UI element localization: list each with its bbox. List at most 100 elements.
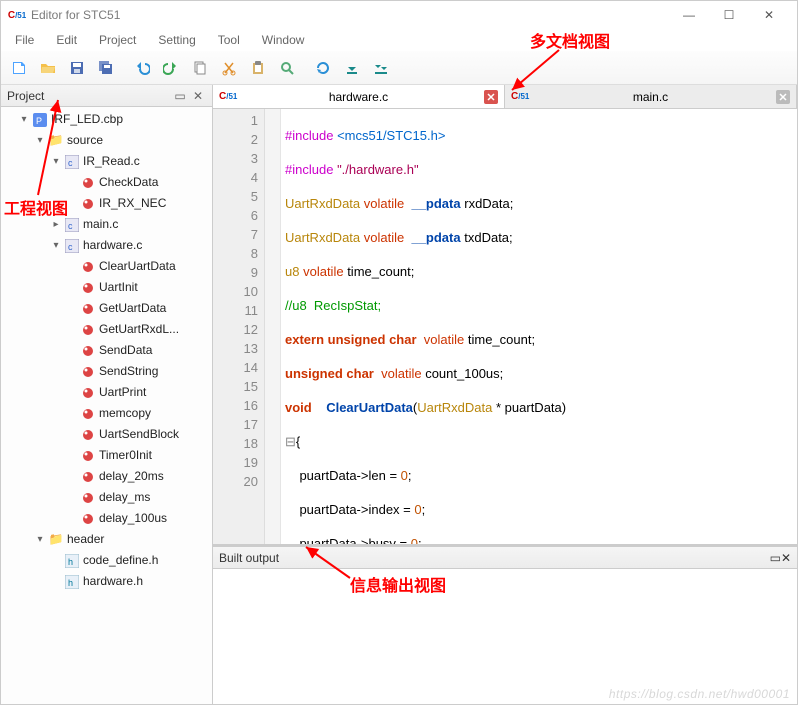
- panel-float-icon[interactable]: ▭: [770, 551, 781, 565]
- tree-root[interactable]: ▾ P IRF_LED.cbp: [17, 109, 212, 130]
- svg-text:c: c: [68, 158, 73, 168]
- tab-label: main.c: [633, 90, 668, 104]
- tree-file-main[interactable]: ▸cmain.c: [49, 214, 212, 235]
- tree-func[interactable]: memcopy: [65, 403, 212, 424]
- tree-file-ir-read[interactable]: ▾cIR_Read.c: [49, 151, 212, 172]
- panel-close-icon[interactable]: ✕: [781, 551, 791, 565]
- download-icon[interactable]: [338, 54, 366, 82]
- cfile-icon: C/51: [511, 91, 529, 102]
- code-editor[interactable]: 1234567891011121314151617181920 #include…: [213, 109, 797, 544]
- tab-main-c[interactable]: C/51 main.c: [505, 85, 797, 108]
- find-icon[interactable]: [273, 54, 301, 82]
- folder-icon: 📁: [49, 533, 63, 547]
- toolbar: [1, 51, 797, 85]
- tree-file-hardware[interactable]: ▾chardware.c: [49, 235, 212, 256]
- func-icon: [81, 323, 95, 337]
- tree-func[interactable]: delay_20ms: [65, 466, 212, 487]
- func-icon: [81, 407, 95, 421]
- tree-func[interactable]: ClearUartData: [65, 256, 212, 277]
- save-icon[interactable]: [63, 54, 91, 82]
- func-icon: [81, 386, 95, 400]
- func-icon: [81, 449, 95, 463]
- func-icon: [81, 365, 95, 379]
- tree-func[interactable]: delay_100us: [65, 508, 212, 529]
- menu-window[interactable]: Window: [252, 31, 315, 49]
- tree-func[interactable]: GetUartRxdL...: [65, 319, 212, 340]
- save-all-icon[interactable]: [92, 54, 120, 82]
- window-title: Editor for STC51: [31, 8, 669, 22]
- cfile-icon: c: [65, 218, 79, 232]
- tree-folder-header[interactable]: ▾📁header: [33, 529, 212, 550]
- func-icon: [81, 344, 95, 358]
- menu-project[interactable]: Project: [89, 31, 146, 49]
- func-icon: [81, 470, 95, 484]
- tree-file-hardware-h[interactable]: hhardware.h: [49, 571, 212, 592]
- new-file-icon[interactable]: [5, 54, 33, 82]
- app-icon: C/51: [9, 7, 25, 23]
- editor-tabs: C/51 hardware.c C/51 main.c: [213, 85, 797, 109]
- tab-close-icon[interactable]: [776, 90, 790, 104]
- tree-func[interactable]: SendData: [65, 340, 212, 361]
- folder-icon: 📁: [49, 134, 63, 148]
- tab-hardware-c[interactable]: C/51 hardware.c: [213, 85, 505, 108]
- svg-text:c: c: [68, 242, 73, 252]
- minimize-button[interactable]: —: [669, 1, 709, 29]
- func-icon: [81, 260, 95, 274]
- output-panel: Built output ▭ ✕: [213, 544, 797, 704]
- titlebar: C/51 Editor for STC51 — ☐ ✕: [1, 1, 797, 29]
- menubar: File Edit Project Setting Tool Window: [1, 29, 797, 51]
- tree-func[interactable]: UartSendBlock: [65, 424, 212, 445]
- refresh-icon[interactable]: [309, 54, 337, 82]
- tree-func[interactable]: UartPrint: [65, 382, 212, 403]
- tree-func[interactable]: GetUartData: [65, 298, 212, 319]
- func-icon: [81, 302, 95, 316]
- panel-float-icon[interactable]: ▭: [172, 88, 188, 104]
- svg-text:h: h: [68, 557, 73, 567]
- download-all-icon[interactable]: [367, 54, 395, 82]
- cfile-icon: C/51: [219, 91, 237, 102]
- menu-edit[interactable]: Edit: [46, 31, 87, 49]
- output-title: Built output: [219, 551, 279, 565]
- tree-func[interactable]: UartInit: [65, 277, 212, 298]
- svg-text:P: P: [36, 116, 42, 126]
- menu-tool[interactable]: Tool: [208, 31, 250, 49]
- menu-setting[interactable]: Setting: [148, 31, 205, 49]
- tree-func[interactable]: IR_RX_NEC: [65, 193, 212, 214]
- svg-text:h: h: [68, 578, 73, 588]
- close-button[interactable]: ✕: [749, 1, 789, 29]
- tab-close-icon[interactable]: [484, 90, 498, 104]
- func-icon: [81, 512, 95, 526]
- func-icon: [81, 176, 95, 190]
- svg-text:c: c: [68, 221, 73, 231]
- tree-func[interactable]: delay_ms: [65, 487, 212, 508]
- cfile-icon: c: [65, 155, 79, 169]
- tree-file-code-define[interactable]: hcode_define.h: [49, 550, 212, 571]
- hfile-icon: h: [65, 554, 79, 568]
- copy-icon[interactable]: [186, 54, 214, 82]
- project-tree[interactable]: ▾ P IRF_LED.cbp ▾📁source ▾cIR_Read.c: [1, 107, 212, 704]
- panel-close-icon[interactable]: ✕: [190, 88, 206, 104]
- tree-func[interactable]: CheckData: [65, 172, 212, 193]
- func-icon: [81, 281, 95, 295]
- cut-icon[interactable]: [215, 54, 243, 82]
- maximize-button[interactable]: ☐: [709, 1, 749, 29]
- tab-label: hardware.c: [329, 90, 388, 104]
- cfile-icon: c: [65, 239, 79, 253]
- editor-area: C/51 hardware.c C/51 main.c 123456789101…: [213, 85, 797, 704]
- func-icon: [81, 197, 95, 211]
- open-file-icon[interactable]: [34, 54, 62, 82]
- menu-file[interactable]: File: [5, 31, 44, 49]
- tree-func[interactable]: SendString: [65, 361, 212, 382]
- redo-icon[interactable]: [157, 54, 185, 82]
- paste-icon[interactable]: [244, 54, 272, 82]
- project-panel-title: Project: [7, 89, 44, 103]
- line-gutter: 1234567891011121314151617181920: [213, 109, 265, 544]
- output-body[interactable]: [213, 569, 797, 704]
- fold-margin[interactable]: [265, 109, 281, 544]
- code-lines[interactable]: #include <mcs51/STC15.h> #include "./har…: [281, 109, 797, 544]
- tree-func[interactable]: Timer0Init: [65, 445, 212, 466]
- func-icon: [81, 428, 95, 442]
- tree-folder-source[interactable]: ▾📁source: [33, 130, 212, 151]
- project-panel-header: Project ▭ ✕: [1, 85, 212, 107]
- undo-icon[interactable]: [128, 54, 156, 82]
